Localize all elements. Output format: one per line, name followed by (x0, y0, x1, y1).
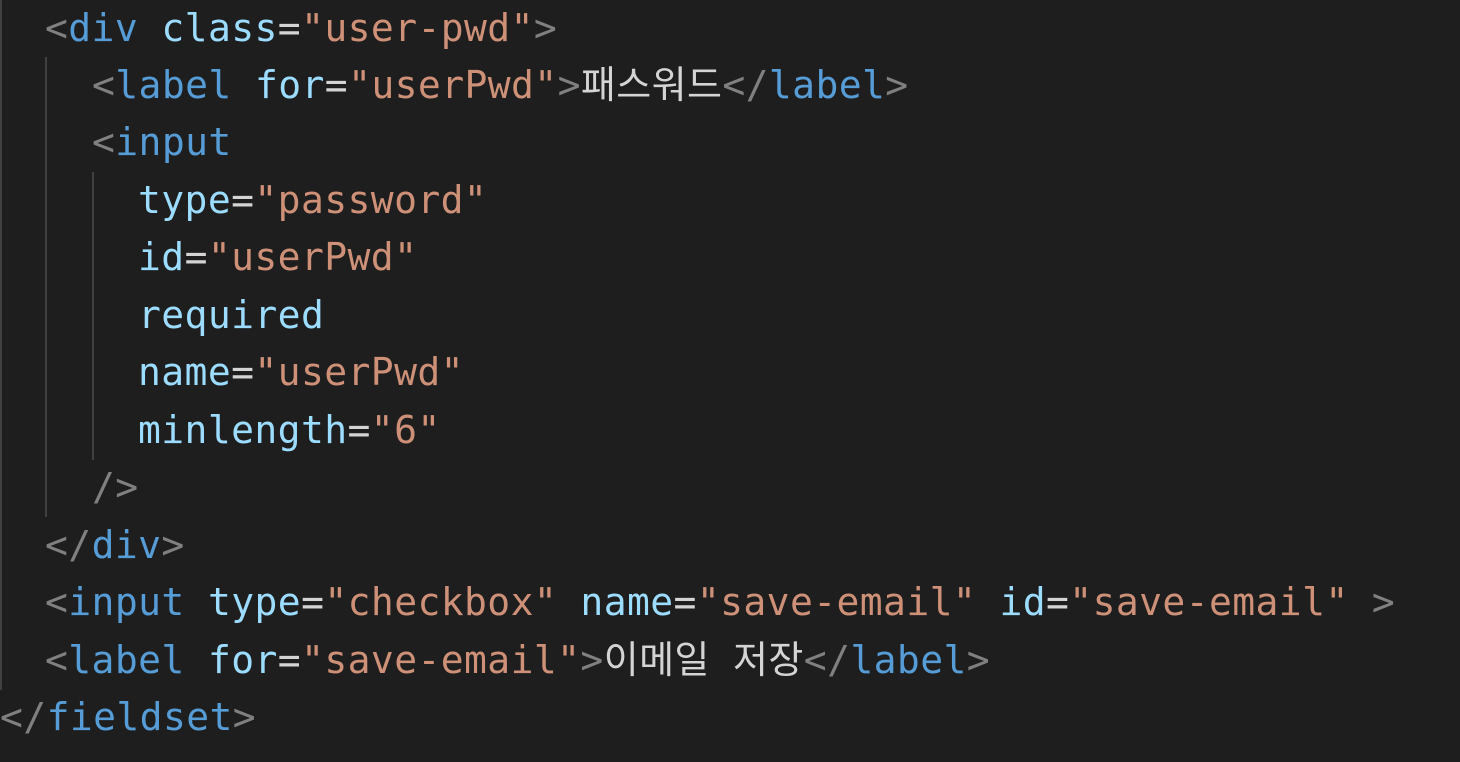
token-punct: > (1371, 580, 1396, 624)
token-punct: /> (92, 465, 139, 509)
token-punct: < (92, 63, 116, 107)
token-tag: input (68, 580, 185, 624)
token-string: "save-email" (301, 638, 581, 682)
token-tag: label (850, 638, 967, 682)
token-punct: > (580, 638, 604, 682)
token-eq: = (231, 178, 255, 222)
token-attr: class (161, 6, 278, 50)
code-line[interactable]: <input (92, 114, 232, 171)
token-eq: = (1046, 580, 1070, 624)
code-line[interactable]: <input type="checkbox" name="save-email"… (45, 574, 1395, 631)
token-tag: label (115, 63, 232, 107)
code-line[interactable]: /> (92, 459, 139, 516)
token-attr: name (138, 350, 232, 394)
token-string: "checkbox" (324, 580, 558, 624)
token-punct: </ (722, 63, 769, 107)
code-line[interactable]: id="userPwd" (138, 229, 417, 286)
token-punct: </ (45, 523, 92, 567)
token-attr: type (138, 178, 232, 222)
token-punct: < (45, 638, 69, 682)
token-tag: fieldset (46, 695, 233, 739)
token-string: "userPwd" (254, 350, 464, 394)
indent-guide (45, 57, 47, 517)
token-tag: label (68, 638, 185, 682)
token-eq: = (231, 350, 255, 394)
token-punct: < (92, 120, 116, 164)
token-string: "user-pwd" (301, 6, 534, 50)
token-eq: = (673, 580, 697, 624)
token-eq: = (324, 63, 349, 107)
token-attr: id (999, 580, 1047, 624)
code-line[interactable]: <label for="userPwd">패스워드</label> (92, 57, 909, 114)
code-line[interactable]: </fieldset> (0, 689, 256, 746)
token-tag: input (115, 120, 232, 164)
token-string: "save-email" (1069, 580, 1349, 624)
token-tag: label (768, 63, 886, 107)
token-text: 패스워드 (580, 63, 723, 107)
token-punct: < (45, 580, 69, 624)
token-tag: div (91, 523, 162, 567)
token-eq: = (277, 6, 302, 50)
token-punct: > (161, 523, 185, 567)
token-punct: </ (803, 638, 851, 682)
token-string: "userPwd" (348, 63, 558, 107)
token-attr: type (207, 580, 302, 624)
token-punct: </ (0, 695, 47, 739)
token-attr: for (254, 63, 325, 107)
code-line[interactable]: minlength="6" (138, 402, 441, 459)
code-line[interactable]: <label for="save-email">이메일 저장</label> (45, 632, 990, 689)
token-attr: name (580, 580, 674, 624)
token-attr: required (138, 293, 325, 337)
token-eq: = (277, 638, 302, 682)
token-string: "userPwd" (207, 235, 418, 279)
token-string: "6" (370, 408, 441, 452)
indent-guide (92, 172, 94, 460)
token-attr: minlength (138, 408, 348, 452)
code-line[interactable]: name="userPwd" (138, 344, 464, 401)
code-line[interactable]: </div> (45, 517, 185, 574)
token-punct: > (966, 638, 991, 682)
token-attr: id (138, 235, 185, 279)
token-string: "save-email" (696, 580, 977, 624)
token-punct: < (45, 6, 69, 50)
token-string: "password" (254, 178, 488, 222)
code-line[interactable]: type="password" (138, 172, 487, 229)
code-editor[interactable]: <div class="user-pwd"> <label for="userP… (0, 0, 1460, 762)
token-eq: = (184, 235, 208, 279)
code-line[interactable]: <div class="user-pwd"> (45, 0, 557, 57)
token-punct: > (533, 6, 558, 50)
token-punct: > (557, 63, 581, 107)
token-punct: > (885, 63, 909, 107)
token-eq: = (301, 580, 325, 624)
token-text: 이메일 저장 (603, 638, 804, 682)
indent-guide (0, 0, 2, 690)
code-line[interactable]: required (138, 287, 324, 344)
token-punct: > (232, 695, 257, 739)
token-tag: div (68, 6, 139, 50)
token-attr: for (207, 638, 278, 682)
token-eq: = (347, 408, 371, 452)
